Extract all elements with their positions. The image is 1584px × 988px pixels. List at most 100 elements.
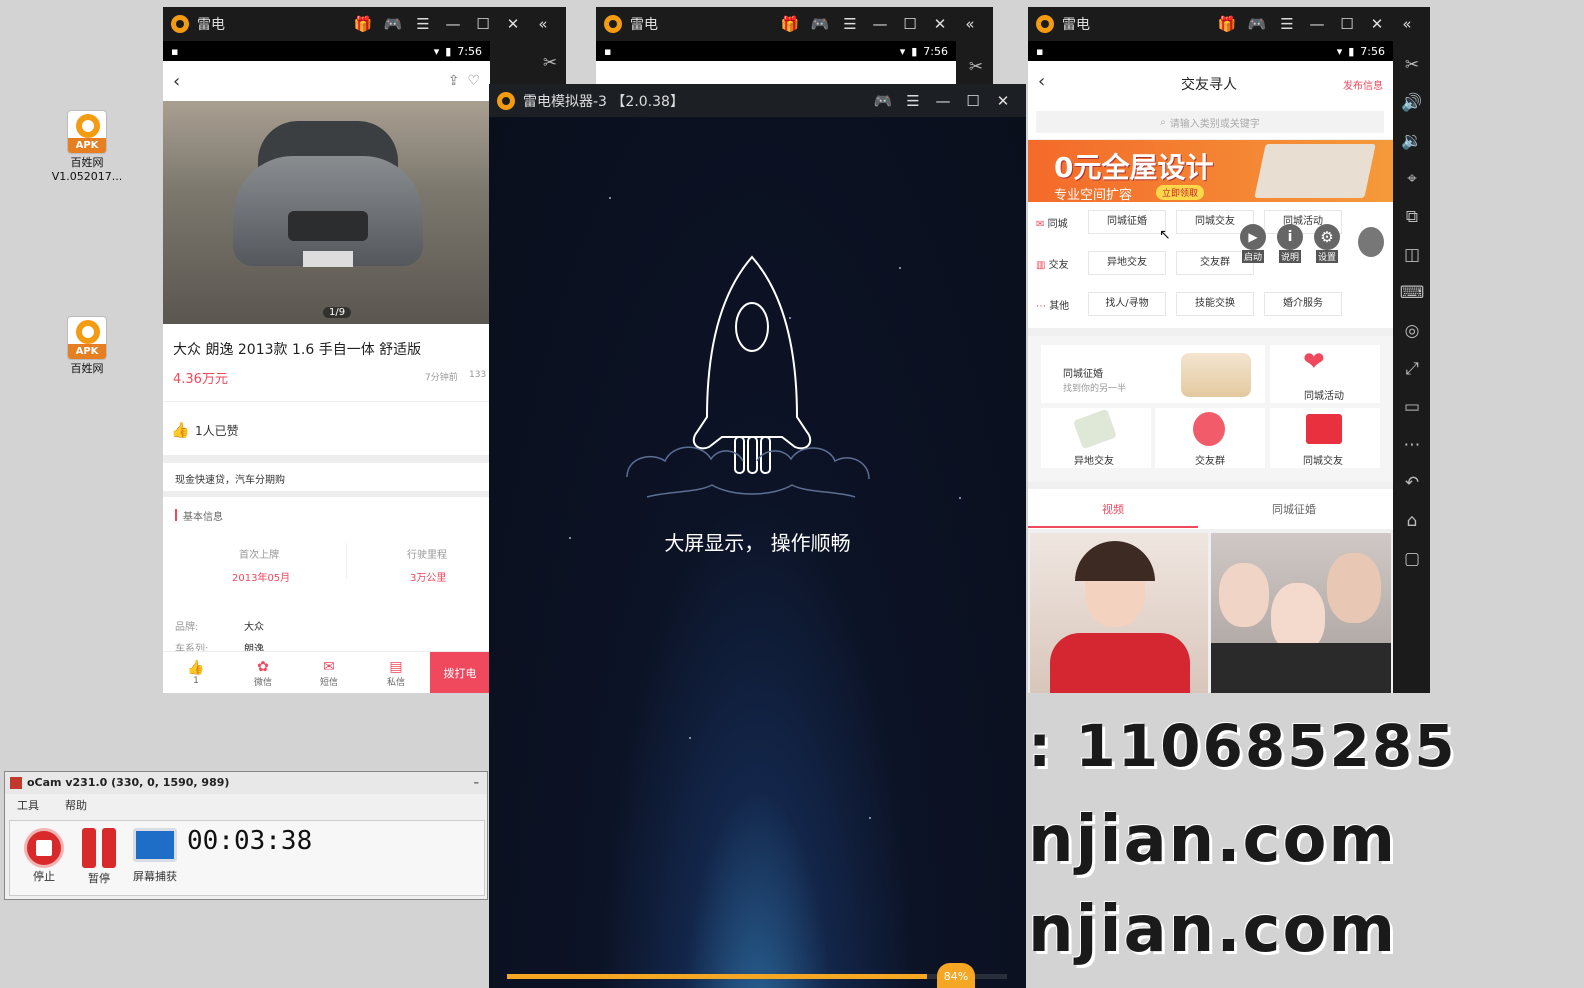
- menu-icon[interactable]: ☰: [1272, 15, 1302, 33]
- gamepad-icon[interactable]: 🎮: [868, 92, 898, 110]
- video-thumbnail[interactable]: [1211, 533, 1391, 693]
- app-screen: ‹ 交友寻人 发布信息 ⌕ 请输入类别或关键字 0元全屋设计 专业空间扩容 立即…: [1028, 61, 1393, 693]
- banner-button[interactable]: 立即领取: [1156, 185, 1205, 200]
- script-settings-button[interactable]: ⚙ 设置: [1312, 224, 1342, 263]
- share-icon[interactable]: ⇪: [448, 73, 460, 89]
- dating-icon: ▥: [1036, 259, 1046, 271]
- maximize-icon[interactable]: ☐: [895, 15, 925, 33]
- script-start-button[interactable]: ▶ 启动: [1238, 224, 1268, 263]
- minimize-icon[interactable]: —: [1302, 15, 1332, 33]
- message-action[interactable]: ▤ 私信: [373, 654, 419, 692]
- emulator-window-2-background: 雷电 🎁 🎮 ☰ — ☐ ✕ « ▪ ▾ ▮ 7:56 ✂: [596, 7, 993, 93]
- info-icon: i: [1277, 224, 1303, 250]
- gamepad-icon[interactable]: 🎮: [378, 15, 408, 33]
- apk-icon: APK: [67, 110, 107, 154]
- tile-local-activity[interactable]: ❤ 同城活动: [1270, 345, 1380, 403]
- gift-icon[interactable]: 🎁: [1212, 15, 1242, 33]
- multi-window-icon[interactable]: ⧉: [1398, 203, 1426, 231]
- minimize-icon[interactable]: —: [438, 15, 468, 33]
- back-nav-icon[interactable]: ↶: [1398, 469, 1426, 497]
- tile-dating-group[interactable]: 交友群: [1155, 408, 1265, 468]
- car-photo[interactable]: 1/9: [163, 101, 490, 324]
- video-thumbnail[interactable]: [1030, 533, 1208, 693]
- category-button[interactable]: 婚介服务: [1264, 292, 1342, 316]
- publish-link[interactable]: 发布信息: [1343, 77, 1383, 92]
- menu-icon[interactable]: ☰: [835, 15, 865, 33]
- volume-up-icon[interactable]: 🔊: [1398, 89, 1426, 117]
- minimize-icon[interactable]: –: [474, 772, 480, 794]
- scissors-icon[interactable]: ✂: [536, 49, 564, 77]
- category-button[interactable]: 找人/寻物: [1088, 292, 1166, 316]
- gamepad-icon[interactable]: 🎮: [1242, 15, 1272, 33]
- favorite-icon[interactable]: ♡: [467, 73, 480, 89]
- scissors-icon[interactable]: ✂: [962, 53, 990, 81]
- minimize-icon[interactable]: —: [865, 15, 895, 33]
- tile-remote-dating[interactable]: 异地交友: [1041, 408, 1151, 468]
- promo-banner[interactable]: 0元全屋设计 专业空间扩容 立即领取: [1028, 140, 1393, 203]
- close-icon[interactable]: ✕: [1362, 15, 1392, 33]
- back-icon[interactable]: ‹: [1038, 71, 1045, 92]
- keyboard-icon[interactable]: ⌨: [1398, 279, 1426, 307]
- script-info-button[interactable]: i 说明: [1275, 224, 1305, 263]
- close-icon[interactable]: ✕: [925, 15, 955, 33]
- apk-install-icon[interactable]: ◫: [1398, 241, 1426, 269]
- desktop-icon-apk-2[interactable]: APK 百姓网: [47, 316, 127, 376]
- progress-label: 84%: [937, 963, 975, 988]
- envelope-icon: [1306, 414, 1342, 444]
- promo-text[interactable]: 现金快速贷，汽车分期购: [175, 471, 285, 486]
- more-icon[interactable]: ⋯: [1398, 431, 1426, 459]
- back-icon[interactable]: ‹: [173, 71, 180, 92]
- maximize-icon[interactable]: ☐: [468, 15, 498, 33]
- record-icon[interactable]: ▭: [1398, 393, 1426, 421]
- home-icon[interactable]: ⌂: [1398, 507, 1426, 535]
- menu-icon[interactable]: ☰: [408, 15, 438, 33]
- pause-button[interactable]: 暂停: [77, 828, 121, 886]
- category-button[interactable]: 技能交换: [1176, 292, 1254, 316]
- menu-help[interactable]: 帮助: [65, 797, 87, 813]
- recent-apps-icon[interactable]: ▢: [1398, 545, 1426, 573]
- volume-down-icon[interactable]: 🔉: [1398, 127, 1426, 155]
- fullscreen-icon[interactable]: ⤢: [1398, 355, 1426, 383]
- tab-bar: 视频 同城征婚: [1028, 489, 1393, 529]
- menu-tools[interactable]: 工具: [17, 797, 39, 813]
- sms-action[interactable]: ✉ 短信: [306, 654, 352, 692]
- category-button[interactable]: 同城征婚: [1088, 210, 1166, 234]
- splash-screen: 大屏显示， 操作顺畅 84%: [489, 117, 1026, 988]
- robot-icon[interactable]: [1358, 227, 1384, 257]
- search-field[interactable]: ⌕ 请输入类别或关键字: [1036, 111, 1384, 133]
- menu-icon[interactable]: ☰: [898, 92, 928, 110]
- screen-capture-button[interactable]: 屏幕捕获: [127, 828, 183, 884]
- status-time: 7:56: [457, 44, 482, 58]
- minimize-icon[interactable]: —: [928, 92, 958, 110]
- app-screen: ‹ ⇪ ♡ 1/9 大众 朗逸 2013款 1.6 手自一体 舒适版 4.36万…: [163, 61, 490, 693]
- wechat-action[interactable]: ✿ 微信: [240, 654, 286, 692]
- wifi-icon: ▾: [1336, 44, 1343, 58]
- maximize-icon[interactable]: ☐: [1332, 15, 1362, 33]
- close-icon[interactable]: ✕: [988, 92, 1018, 110]
- category-button[interactable]: 异地交友: [1088, 251, 1166, 275]
- search-icon: ⌕: [1160, 116, 1166, 128]
- gift-icon[interactable]: 🎁: [348, 15, 378, 33]
- collapse-sidebar-icon[interactable]: «: [528, 15, 558, 33]
- like-action[interactable]: 👍 1: [173, 654, 219, 692]
- settings-icon[interactable]: ◎: [1398, 317, 1426, 345]
- scissors-icon[interactable]: ✂: [1398, 51, 1426, 79]
- tile-local-friends[interactable]: 同城交友: [1270, 408, 1380, 468]
- battery-icon: ▮: [445, 44, 452, 58]
- tab-local-marriage[interactable]: 同城征婚: [1272, 501, 1316, 517]
- maximize-icon[interactable]: ☐: [958, 92, 988, 110]
- collapse-sidebar-icon[interactable]: «: [1392, 15, 1422, 33]
- tile-local-marriage[interactable]: 同城征婚 找到你的另一半: [1041, 345, 1265, 403]
- call-button[interactable]: 拨打电: [430, 652, 490, 693]
- location-icon[interactable]: ⌖: [1398, 165, 1426, 193]
- tab-video[interactable]: 视频: [1102, 501, 1124, 517]
- gift-icon[interactable]: 🎁: [775, 15, 805, 33]
- stop-button[interactable]: 停止: [21, 828, 67, 884]
- ldplayer-logo-icon: [604, 15, 622, 33]
- recording-timer: 00:03:38: [187, 826, 313, 856]
- thumb-up-icon[interactable]: 👍: [171, 421, 190, 439]
- collapse-sidebar-icon[interactable]: «: [955, 15, 985, 33]
- close-icon[interactable]: ✕: [498, 15, 528, 33]
- gamepad-icon[interactable]: 🎮: [805, 15, 835, 33]
- desktop-icon-apk-1[interactable]: APK 百姓网 V1.052017...: [47, 110, 127, 184]
